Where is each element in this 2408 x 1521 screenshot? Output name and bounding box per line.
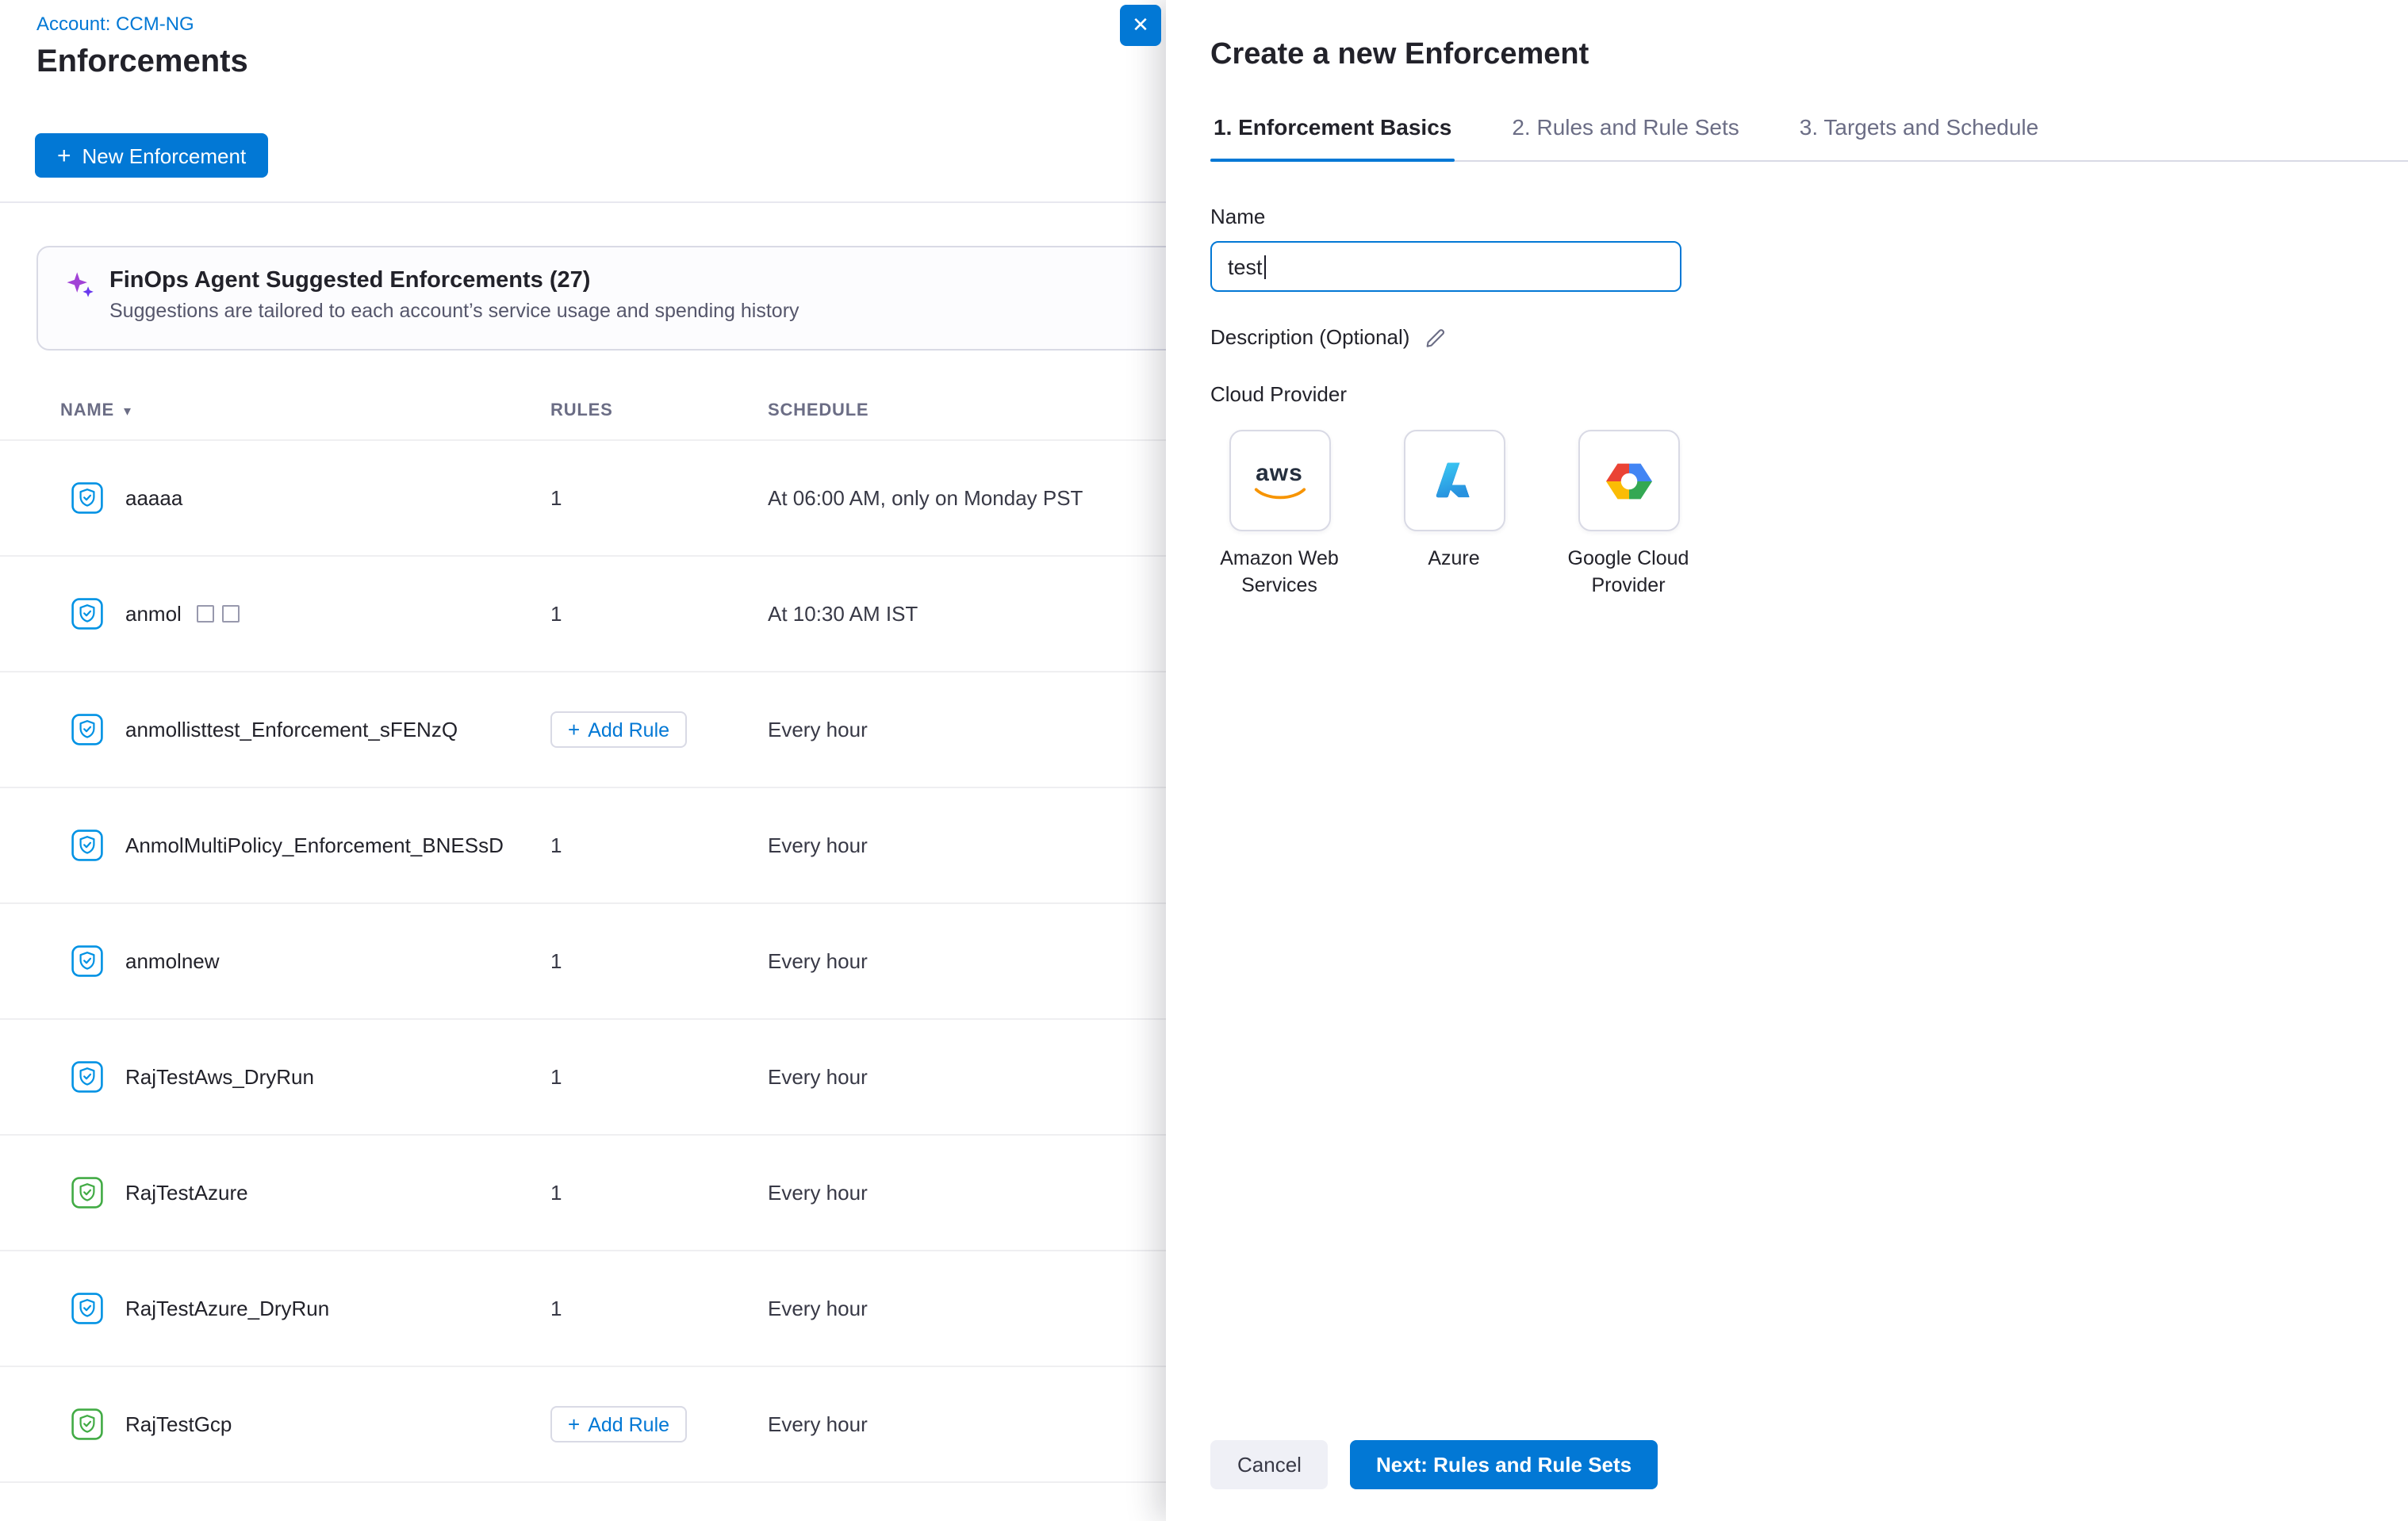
edit-description-icon[interactable] bbox=[1424, 326, 1446, 348]
cloud-provider-label: Cloud Provider bbox=[1210, 382, 2364, 406]
schedule-text: Every hour bbox=[768, 1181, 868, 1205]
enforcement-name: RajTestAzure bbox=[125, 1181, 248, 1205]
schedule-text: Every hour bbox=[768, 1412, 868, 1436]
rule-count: 1 bbox=[550, 1297, 562, 1320]
provider-gcp: Google Cloud Provider bbox=[1559, 430, 1697, 600]
placeholder-glyph-icons bbox=[197, 605, 240, 623]
name-label: Name bbox=[1210, 205, 2364, 228]
aws-logo-icon: aws bbox=[1252, 461, 1306, 500]
enforcement-name: anmolnew bbox=[125, 949, 220, 973]
enforcement-shield-icon bbox=[71, 1061, 103, 1093]
provider-label-aws: Amazon Web Services bbox=[1210, 546, 1348, 600]
enforcement-shield-icon bbox=[71, 945, 103, 977]
schedule-text: Every hour bbox=[768, 833, 868, 857]
schedule-text: Every hour bbox=[768, 1297, 868, 1320]
azure-logo-icon bbox=[1430, 457, 1478, 504]
rule-count: 1 bbox=[550, 833, 562, 857]
plus-icon: + bbox=[568, 1414, 580, 1435]
add-rule-button[interactable]: + Add Rule bbox=[550, 1406, 687, 1442]
provider-label-azure: Azure bbox=[1428, 546, 1479, 573]
enforcement-name: aaaaa bbox=[125, 486, 182, 510]
enforcement-shield-icon bbox=[71, 482, 103, 514]
rules-cell: 1 bbox=[550, 949, 562, 973]
enforcement-shield-icon bbox=[71, 714, 103, 745]
schedule-text: At 06:00 AM, only on Monday PST bbox=[768, 486, 1083, 510]
enforcement-name: anmol bbox=[125, 602, 240, 626]
rules-cell: 1 bbox=[550, 833, 562, 857]
rule-count: 1 bbox=[550, 1181, 562, 1205]
page-title: Enforcements bbox=[36, 44, 248, 81]
rules-cell: 1 bbox=[550, 1065, 562, 1089]
enforcement-shield-icon bbox=[71, 1293, 103, 1324]
suggestions-title: FinOps Agent Suggested Enforcements (27) bbox=[109, 268, 799, 293]
schedule-text: Every hour bbox=[768, 1065, 868, 1089]
enforcement-shield-icon bbox=[71, 829, 103, 861]
enforcement-shield-icon bbox=[71, 1408, 103, 1440]
text-cursor bbox=[1264, 255, 1266, 278]
provider-azure: Azure bbox=[1385, 430, 1523, 600]
provider-aws: aws Amazon Web Services bbox=[1210, 430, 1348, 600]
sparkle-icon bbox=[65, 270, 95, 308]
schedule-text: Every hour bbox=[768, 949, 868, 973]
description-row: Description (Optional) bbox=[1210, 325, 2364, 349]
description-label: Description (Optional) bbox=[1210, 325, 1409, 349]
wizard-tabs: 1. Enforcement Basics 2. Rules and Rule … bbox=[1210, 114, 2408, 162]
create-enforcement-drawer: Create a new Enforcement 1. Enforcement … bbox=[1166, 0, 2408, 1521]
new-enforcement-button[interactable]: + New Enforcement bbox=[35, 133, 268, 178]
plus-icon: + bbox=[57, 144, 71, 167]
enforcement-shield-icon bbox=[71, 1177, 103, 1209]
rule-count: 1 bbox=[550, 602, 562, 626]
name-input-value: test bbox=[1228, 255, 1263, 278]
column-header-rules: RULES bbox=[550, 401, 613, 420]
screen: Account: CCM-NG Enforcements + New Enfor… bbox=[0, 0, 2408, 1521]
rules-cell: 1 bbox=[550, 1181, 562, 1205]
enforcement-name: anmollisttest_Enforcement_sFENzQ bbox=[125, 718, 458, 741]
suggestions-subtitle: Suggestions are tailored to each account… bbox=[109, 300, 799, 322]
rules-cell: + Add Rule bbox=[550, 1406, 687, 1442]
enforcement-shield-icon bbox=[71, 598, 103, 630]
rules-cell: 1 bbox=[550, 1297, 562, 1320]
drawer-title: Create a new Enforcement bbox=[1210, 38, 2364, 73]
next-button[interactable]: Next: Rules and Rule Sets bbox=[1351, 1440, 1657, 1489]
new-enforcement-label: New Enforcement bbox=[82, 144, 247, 167]
enforcement-name: RajTestGcp bbox=[125, 1412, 232, 1436]
enforcement-name: RajTestAws_DryRun bbox=[125, 1065, 314, 1089]
tab-enforcement-basics[interactable]: 1. Enforcement Basics bbox=[1210, 114, 1455, 160]
close-icon: ✕ bbox=[1132, 13, 1149, 38]
sort-desc-icon: ▾ bbox=[124, 402, 132, 420]
drawer-footer: Cancel Next: Rules and Rule Sets bbox=[1166, 1440, 2408, 1521]
tab-targets-and-schedule[interactable]: 3. Targets and Schedule bbox=[1796, 114, 2042, 160]
provider-card-gcp[interactable] bbox=[1578, 430, 1679, 531]
enforcement-basics-form: Name test Description (Optional) Cloud P… bbox=[1166, 162, 2408, 1440]
provider-label-gcp: Google Cloud Provider bbox=[1559, 546, 1697, 600]
suggested-enforcements-text: FinOps Agent Suggested Enforcements (27)… bbox=[109, 268, 799, 322]
schedule-text: Every hour bbox=[768, 718, 868, 741]
breadcrumb[interactable]: Account: CCM-NG bbox=[36, 13, 194, 35]
column-header-schedule: SCHEDULE bbox=[768, 401, 868, 420]
cloud-provider-options: aws Amazon Web Services bbox=[1210, 430, 2364, 600]
enforcement-name: AnmolMultiPolicy_Enforcement_BNESsD bbox=[125, 833, 504, 857]
rules-cell: 1 bbox=[550, 486, 562, 510]
gcp-logo-icon bbox=[1603, 458, 1654, 504]
rule-count: 1 bbox=[550, 486, 562, 510]
close-drawer-button[interactable]: ✕ bbox=[1120, 5, 1161, 46]
rule-count: 1 bbox=[550, 949, 562, 973]
add-rule-button[interactable]: + Add Rule bbox=[550, 711, 687, 748]
provider-card-azure[interactable] bbox=[1403, 430, 1505, 531]
cancel-button[interactable]: Cancel bbox=[1210, 1440, 1329, 1489]
schedule-text: At 10:30 AM IST bbox=[768, 602, 918, 626]
rules-cell: + Add Rule bbox=[550, 711, 687, 748]
tab-rules-and-rule-sets[interactable]: 2. Rules and Rule Sets bbox=[1509, 114, 1742, 160]
enforcement-name: RajTestAzure_DryRun bbox=[125, 1297, 329, 1320]
rule-count: 1 bbox=[550, 1065, 562, 1089]
name-input[interactable]: test bbox=[1210, 241, 1681, 292]
rules-cell: 1 bbox=[550, 602, 562, 626]
provider-card-aws[interactable]: aws bbox=[1229, 430, 1330, 531]
column-header-name[interactable]: NAME ▾ bbox=[60, 401, 132, 420]
plus-icon: + bbox=[568, 719, 580, 740]
